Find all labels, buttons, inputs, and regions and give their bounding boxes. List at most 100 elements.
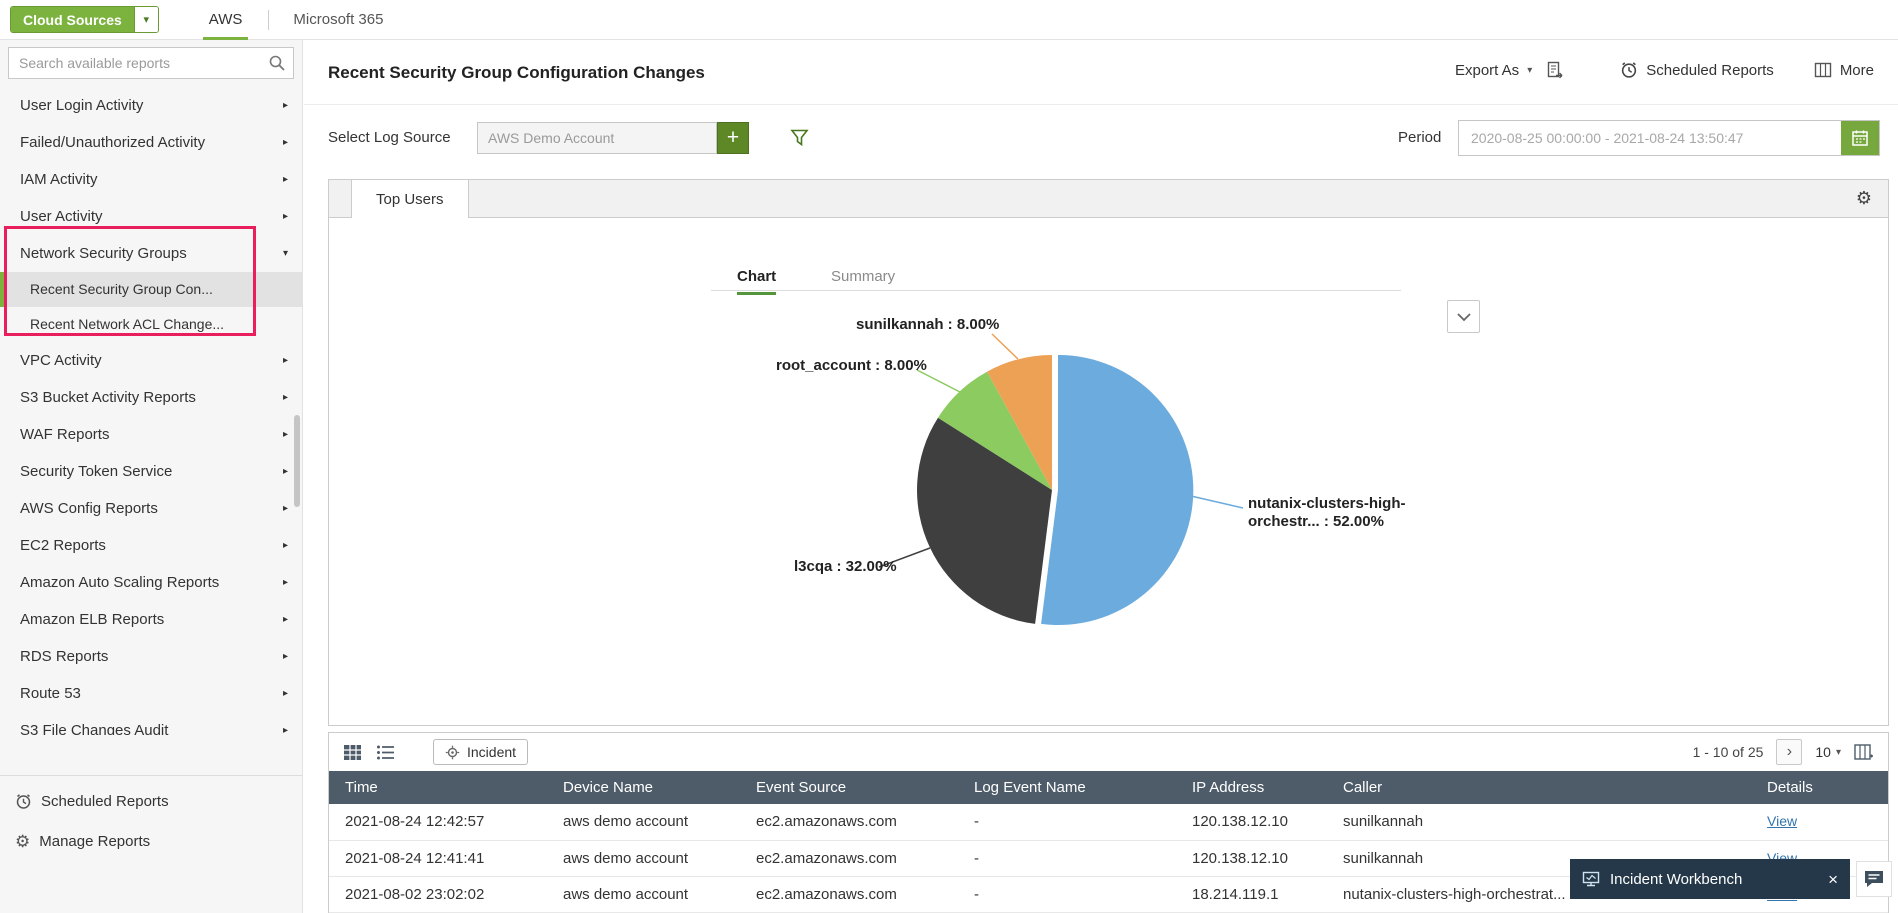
chevron-right-icon: ▸ <box>283 453 288 490</box>
close-icon[interactable]: × <box>1828 871 1838 888</box>
incident-workbench-icon <box>1582 871 1600 887</box>
cell-device-name: aws demo account <box>547 804 740 840</box>
log-source-input[interactable] <box>477 122 717 154</box>
sidebar-item-waf-reports[interactable]: WAF Reports ▸ <box>0 416 302 453</box>
pagination: 1 - 10 of 25 › 10 ▾ <box>1693 739 1874 765</box>
sidebar-item-label: Security Token Service <box>20 463 172 480</box>
sidebar-item-s3-file-changes-audit[interactable]: S3 File Changes Audit ▸ <box>0 712 302 735</box>
scheduled-reports-label: Scheduled Reports <box>41 793 169 810</box>
chat-bubble-icon <box>1863 869 1885 889</box>
export-icon[interactable] <box>1546 61 1564 79</box>
period-value: 2020-08-25 00:00:00 - 2021-08-24 13:50:4… <box>1459 130 1841 146</box>
table-toolbar: Incident 1 - 10 of 25 › 10 ▾ <box>329 733 1888 771</box>
sidebar-item-route-53[interactable]: Route 53 ▸ <box>0 675 302 712</box>
calendar-button[interactable] <box>1841 121 1879 155</box>
more-button[interactable]: More <box>1814 61 1874 79</box>
gear-icon[interactable]: ⚙ <box>1856 188 1872 209</box>
sidebar-item-label: Recent Network ACL Change... <box>30 316 224 332</box>
col-header-details[interactable]: Details <box>1751 771 1889 804</box>
sidebar-item-recent-security-group-configuration-changes[interactable]: Recent Security Group Con... <box>0 272 302 307</box>
sidebar-item-security-token-service[interactable]: Security Token Service ▸ <box>0 453 302 490</box>
manage-reports-link[interactable]: ⚙ Manage Reports <box>0 822 302 860</box>
grid-view-icon <box>343 744 362 761</box>
cloud-sources-button[interactable]: Cloud Sources ▾ <box>10 6 159 33</box>
col-header-caller[interactable]: Caller <box>1327 771 1751 804</box>
tab-microsoft-365[interactable]: Microsoft 365 <box>287 0 389 40</box>
chevron-right-icon: ▸ <box>283 675 288 712</box>
sidebar-item-failed-unauthorized-activity[interactable]: Failed/Unauthorized Activity ▸ <box>0 124 302 161</box>
divider <box>268 10 269 30</box>
pie-label-nutanix-line1: nutanix-clusters-high- <box>1248 495 1406 513</box>
page-size-dropdown[interactable]: 10 ▾ <box>1815 744 1841 760</box>
scheduled-reports-link[interactable]: Scheduled Reports <box>0 782 302 820</box>
sidebar-item-label: VPC Activity <box>20 352 102 369</box>
add-log-source-button[interactable]: + <box>717 122 749 154</box>
sidebar-item-recent-network-acl-changes[interactable]: Recent Network ACL Change... <box>0 307 302 342</box>
sidebar-item-ec2-reports[interactable]: EC2 Reports ▸ <box>0 527 302 564</box>
pie-slice-nutanix-clusters-high-orchestr...[interactable] <box>1041 355 1193 625</box>
report-panel: Top Users ⚙ Chart Summary sunilkannah : … <box>328 179 1889 726</box>
incident-workbench-bar[interactable]: Incident Workbench × <box>1570 859 1850 899</box>
chevron-right-icon: ▸ <box>283 198 288 235</box>
chat-button[interactable] <box>1856 861 1892 897</box>
sidebar-item-label: Route 53 <box>20 685 81 702</box>
next-page-button[interactable]: › <box>1776 739 1802 765</box>
sidebar-item-user-login-activity[interactable]: User Login Activity ▸ <box>0 87 302 124</box>
sidebar-item-amazon-elb-reports[interactable]: Amazon ELB Reports ▸ <box>0 601 302 638</box>
cell-event-source: ec2.amazonaws.com <box>740 876 958 912</box>
col-header-log-event-name[interactable]: Log Event Name <box>958 771 1176 804</box>
pie-label-l3cqa: l3cqa : 32.00% <box>794 558 897 575</box>
col-header-event-source[interactable]: Event Source <box>740 771 958 804</box>
sidebar-item-label: EC2 Reports <box>20 537 106 554</box>
calendar-icon <box>1850 128 1870 148</box>
search-input[interactable] <box>8 47 294 79</box>
col-header-device-name[interactable]: Device Name <box>547 771 740 804</box>
report-nav-list: User Login Activity ▸ Failed/Unauthorize… <box>0 87 302 735</box>
incident-button[interactable]: Incident <box>433 739 528 765</box>
col-header-ip-address[interactable]: IP Address <box>1176 771 1327 804</box>
table-row[interactable]: 2021-08-24 12:42:57 aws demo account ec2… <box>329 804 1889 840</box>
filter-icon[interactable] <box>790 128 809 147</box>
sidebar-item-user-activity[interactable]: User Activity ▸ <box>0 198 302 235</box>
tab-aws[interactable]: AWS <box>203 0 249 40</box>
sidebar: User Login Activity ▸ Failed/Unauthorize… <box>0 40 303 913</box>
grid-view-button[interactable] <box>343 744 362 761</box>
scheduled-reports-label: Scheduled Reports <box>1646 62 1774 79</box>
table-header-row: Time Device Name Event Source Log Event … <box>329 771 1889 804</box>
tab-microsoft-365-label: Microsoft 365 <box>293 11 383 28</box>
pie-chart[interactable] <box>729 270 1829 710</box>
chevron-down-icon[interactable]: ▾ <box>134 7 158 32</box>
sidebar-item-label: IAM Activity <box>20 171 98 188</box>
sidebar-item-aws-config-reports[interactable]: AWS Config Reports ▸ <box>0 490 302 527</box>
view-link[interactable]: View <box>1767 813 1797 829</box>
sidebar-item-vpc-activity[interactable]: VPC Activity ▸ <box>0 342 302 379</box>
list-view-button[interactable] <box>376 744 395 761</box>
period-input[interactable]: 2020-08-25 00:00:00 - 2021-08-24 13:50:4… <box>1458 120 1880 156</box>
divider <box>304 104 1898 105</box>
col-header-time[interactable]: Time <box>329 771 547 804</box>
chevron-right-icon: ▸ <box>283 638 288 675</box>
incident-workbench-label: Incident Workbench <box>1610 871 1742 888</box>
export-as-button[interactable]: Export As ▾ <box>1455 61 1564 79</box>
cell-device-name: aws demo account <box>547 876 740 912</box>
sidebar-item-label: Recent Security Group Con... <box>30 281 213 297</box>
sidebar-item-label: Amazon Auto Scaling Reports <box>20 574 219 591</box>
chevron-down-icon: ▾ <box>1527 65 1532 76</box>
sidebar-item-rds-reports[interactable]: RDS Reports ▸ <box>0 638 302 675</box>
cell-log-event-name: - <box>958 804 1176 840</box>
column-chooser-button[interactable] <box>1854 744 1874 761</box>
sidebar-item-amazon-auto-scaling-reports[interactable]: Amazon Auto Scaling Reports ▸ <box>0 564 302 601</box>
tab-top-users[interactable]: Top Users <box>351 180 469 218</box>
sidebar-item-network-security-groups[interactable]: Network Security Groups ▾ <box>0 235 302 272</box>
sidebar-item-s3-bucket-activity-reports[interactable]: S3 Bucket Activity Reports ▸ <box>0 379 302 416</box>
incident-button-label: Incident <box>467 744 516 760</box>
sidebar-scrollbar[interactable] <box>294 415 300 507</box>
clock-icon <box>15 793 32 810</box>
sidebar-item-label: Failed/Unauthorized Activity <box>20 134 205 151</box>
sidebar-item-label: User Login Activity <box>20 97 143 114</box>
clock-icon <box>1620 61 1638 79</box>
sidebar-item-iam-activity[interactable]: IAM Activity ▸ <box>0 161 302 198</box>
search-icon[interactable] <box>268 54 286 72</box>
cell-ip-address: 120.138.12.10 <box>1176 840 1327 876</box>
scheduled-reports-button[interactable]: Scheduled Reports <box>1620 61 1774 79</box>
